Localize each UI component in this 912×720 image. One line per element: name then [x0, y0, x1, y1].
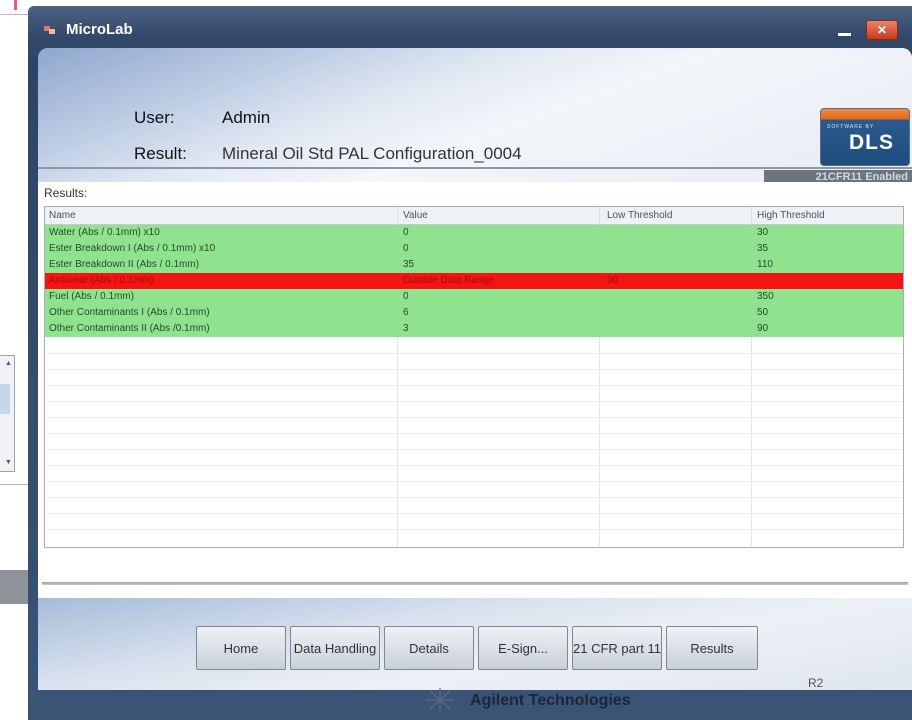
- background-scroll-panel: ▲ ▼: [0, 355, 15, 472]
- logo-tagline: SOFTWARE BY: [827, 124, 875, 130]
- empty-row-line: [45, 497, 903, 498]
- table-row[interactable]: Other Contaminants I (Abs / 0.1mm) 6 50: [45, 305, 903, 321]
- user-label: User:: [134, 108, 175, 127]
- table-cell-name: Other Contaminants I (Abs / 0.1mm): [49, 307, 210, 318]
- result-value: Mineral Oil Std PAL Configuration_0004: [222, 144, 522, 163]
- table-row[interactable]: Fuel (Abs / 0.1mm) 0 350: [45, 289, 903, 305]
- results-label: Results:: [44, 186, 88, 200]
- microlab-window: MicroLab ✕ User: Admin Result: Mineral O…: [28, 6, 912, 720]
- cfr-part-11-button[interactable]: 21 CFR part 11: [572, 626, 662, 670]
- table-cell-name: Ester Breakdown II (Abs / 0.1mm): [49, 259, 200, 270]
- table-cell-value: 0: [403, 227, 409, 238]
- scroll-down-icon[interactable]: ▼: [5, 459, 13, 467]
- empty-row-line: [45, 353, 903, 354]
- agilent-brand: Agilent Technologies: [420, 686, 720, 714]
- background-window-edge: [14, 0, 17, 10]
- table-row[interactable]: Other Contaminants II (Abs /0.1mm) 3 90: [45, 321, 903, 337]
- table-cell-high: 110: [757, 259, 773, 270]
- table-cell-name: Ester Breakdown I (Abs / 0.1mm) x10: [49, 243, 216, 254]
- empty-row-line: [45, 385, 903, 386]
- column-header-low-threshold[interactable]: Low Threshold: [607, 210, 672, 221]
- revision-label: R2: [808, 676, 824, 690]
- empty-row-line: [45, 465, 903, 466]
- navigation-bar: Home Data Handling Details E-Sign... 21 …: [38, 598, 912, 690]
- empty-row-line: [45, 417, 903, 418]
- table-cell-high: 350: [757, 291, 774, 302]
- empty-row-line: [45, 369, 903, 370]
- table-cell-name: Other Contaminants II (Abs /0.1mm): [49, 323, 210, 334]
- minimize-button[interactable]: [834, 22, 856, 38]
- table-cell-low: 90: [607, 275, 619, 286]
- empty-row-line: [45, 513, 903, 514]
- table-cell-name: Water (Abs / 0.1mm) x10: [49, 227, 160, 238]
- table-cell-name: Fuel (Abs / 0.1mm): [49, 291, 135, 302]
- results-button[interactable]: Results: [666, 626, 758, 670]
- e-sign-button[interactable]: E-Sign...: [478, 626, 568, 670]
- table-cell-high: 35: [757, 243, 769, 254]
- logo-text: DLS: [849, 131, 894, 154]
- client-area: User: Admin Result: Mineral Oil Std PAL …: [38, 48, 912, 690]
- window-title: MicroLab: [66, 21, 133, 38]
- table-cell-name: Antiwear (Abs / 0.1mm): [49, 275, 154, 286]
- table-row[interactable]: Ester Breakdown II (Abs / 0.1mm) 35 110: [45, 257, 903, 273]
- empty-row-line: [45, 449, 903, 450]
- user-value: Admin: [222, 108, 271, 127]
- close-button[interactable]: ✕: [866, 20, 898, 40]
- result-label: Result:: [134, 144, 187, 163]
- details-button[interactable]: Details: [384, 626, 474, 670]
- table-cell-value: Outside Data Range: [403, 275, 494, 286]
- results-grid[interactable]: Name Value Low Threshold High Threshold …: [44, 206, 904, 548]
- empty-row-line: [45, 401, 903, 402]
- table-cell-value: 3: [403, 323, 409, 334]
- table-cell-high: 30: [757, 227, 769, 238]
- table-cell-value: 6: [403, 307, 409, 318]
- table-cell-value: 0: [403, 291, 409, 302]
- header-area: User: Admin Result: Mineral Oil Std PAL …: [38, 48, 912, 184]
- title-bar[interactable]: MicroLab ✕: [28, 6, 912, 50]
- table-cell-value: 0: [403, 243, 409, 254]
- table-row[interactable]: Antiwear (Abs / 0.1mm) Outside Data Range…: [45, 273, 903, 289]
- table-cell-value: 35: [403, 259, 415, 270]
- results-panel: Results: Name Value Low Threshold High T…: [38, 182, 912, 600]
- empty-row-line: [45, 433, 903, 434]
- app-icon: [44, 26, 55, 34]
- header-rule: [38, 167, 912, 169]
- dls-logo: SOFTWARE BY DLS: [820, 108, 910, 166]
- data-handling-button[interactable]: Data Handling: [290, 626, 380, 670]
- column-header-value[interactable]: Value: [403, 210, 428, 221]
- table-row[interactable]: Water (Abs / 0.1mm) x10 0 30: [45, 225, 903, 241]
- home-button[interactable]: Home: [196, 626, 286, 670]
- table-row[interactable]: Ester Breakdown I (Abs / 0.1mm) x10 0 35: [45, 241, 903, 257]
- scroll-up-icon[interactable]: ▲: [5, 360, 13, 368]
- column-header-high-threshold[interactable]: High Threshold: [757, 210, 825, 221]
- panel-divider: [42, 582, 908, 585]
- column-header-name[interactable]: Name: [49, 210, 76, 221]
- table-cell-high: 90: [757, 323, 769, 334]
- table-cell-high: 50: [757, 307, 769, 318]
- brand-name: Agilent Technologies: [470, 692, 631, 709]
- background-selection: [0, 384, 10, 414]
- empty-row-line: [45, 529, 903, 530]
- grid-header: Name Value Low Threshold High Threshold: [45, 207, 903, 225]
- agilent-spark-icon: [426, 688, 454, 712]
- empty-row-line: [45, 481, 903, 482]
